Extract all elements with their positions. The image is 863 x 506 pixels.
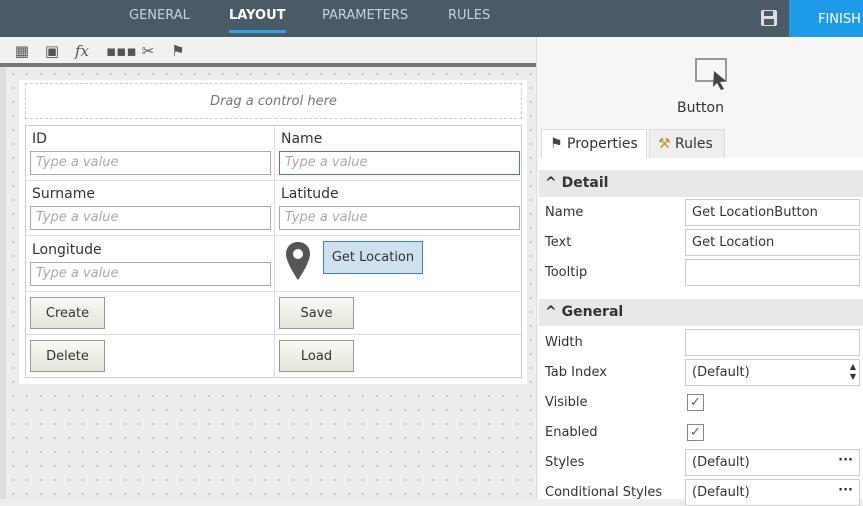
id-label: ID: [32, 131, 47, 147]
toolbar: ▦ ▣ fx ▪▪▪ ✂ ⚑: [0, 37, 536, 67]
button-control-icon: [695, 58, 727, 90]
load-button[interactable]: Load: [279, 340, 354, 372]
name-label: Name: [281, 131, 323, 147]
surname-label: Surname: [32, 186, 95, 202]
tab-parameters[interactable]: PARAMETERS: [322, 8, 408, 23]
ellipsis-icon[interactable]: ···: [838, 483, 853, 498]
save-button[interactable]: Save: [279, 297, 354, 329]
latitude-label: Latitude: [281, 186, 339, 202]
conditional-styles-label: Conditional Styles: [545, 485, 663, 500]
styles-label: Styles: [545, 455, 585, 470]
chevron-up-icon: ^: [545, 304, 557, 320]
width-label: Width: [545, 335, 583, 350]
name-prop-input[interactable]: Get LocationButton: [685, 199, 860, 226]
detail-section[interactable]: ^ Detail: [539, 170, 863, 197]
tabindex-input[interactable]: (Default) ▲ ▼: [685, 359, 860, 386]
properties-tab-icon: ⚑: [550, 136, 563, 152]
text-prop-input[interactable]: Get Location: [685, 229, 860, 256]
tab-layout[interactable]: LAYOUT: [229, 8, 286, 33]
visible-checkbox[interactable]: ✓: [687, 394, 704, 411]
design-canvas: Drag a control here ID Type a value Name T…: [0, 67, 536, 499]
properties-icon[interactable]: ⚑: [168, 42, 188, 62]
tooltip-prop-label: Tooltip: [545, 265, 588, 280]
finish-button[interactable]: FINISH: [789, 0, 863, 37]
form: Drag a control here ID Type a value Name T…: [19, 80, 527, 384]
tab-rules-label: Rules: [675, 136, 713, 152]
enabled-checkbox[interactable]: ✓: [687, 424, 704, 441]
name-prop-label: Name: [545, 205, 584, 220]
top-bar: GENERAL LAYOUT PARAMETERS RULES FINISH: [0, 0, 863, 37]
latitude-input[interactable]: Type a value: [279, 206, 520, 230]
save-icon[interactable]: [760, 9, 778, 27]
enabled-label: Enabled: [545, 425, 598, 440]
width-input[interactable]: [685, 329, 860, 356]
conditional-styles-value: (Default): [692, 485, 750, 500]
drop-zone[interactable]: Drag a control here: [25, 83, 522, 119]
surname-input[interactable]: Type a value: [30, 206, 271, 230]
tab-rules[interactable]: RULES: [448, 8, 490, 23]
general-title: General: [561, 304, 624, 320]
gavel-icon: ⚒: [658, 136, 671, 152]
visible-label: Visible: [545, 395, 588, 410]
create-button[interactable]: Create: [30, 297, 105, 329]
tab-properties-label: Properties: [567, 136, 638, 152]
text-prop-label: Text: [545, 235, 572, 250]
control-type-label: Button: [677, 100, 724, 116]
longitude-label: Longitude: [32, 242, 102, 258]
properties-list: ^ Detail Name Get LocationButton Text Ge…: [539, 158, 863, 506]
styles-input[interactable]: (Default) ···: [685, 449, 860, 476]
longitude-input[interactable]: Type a value: [30, 262, 271, 286]
delete-button[interactable]: Delete: [30, 340, 105, 372]
conditional-styles-input[interactable]: (Default) ···: [685, 479, 860, 506]
properties-panel: Button ⚑ Properties ⚒ Rules ^ Detail Nam…: [536, 37, 863, 506]
tab-properties[interactable]: ⚑ Properties: [541, 129, 647, 158]
detail-title: Detail: [561, 175, 609, 191]
general-section[interactable]: ^ General: [539, 299, 863, 326]
get-location-button[interactable]: Get Location: [323, 241, 423, 274]
tabindex-label: Tab Index: [545, 365, 607, 380]
tab-rules-panel[interactable]: ⚒ Rules: [649, 129, 725, 158]
function-icon[interactable]: fx: [72, 42, 92, 62]
spinner-icon[interactable]: ▲ ▼: [850, 362, 856, 382]
tooltip-prop-input[interactable]: [685, 259, 860, 286]
tab-general[interactable]: GENERAL: [129, 8, 190, 23]
form-grid: ID Type a value Name Type a value Surname T…: [25, 125, 523, 378]
table-lightning-icon[interactable]: ▦: [12, 42, 32, 62]
tabindex-value: (Default): [692, 365, 750, 380]
styles-value: (Default): [692, 455, 750, 470]
chevron-up-icon: ^: [545, 175, 557, 191]
id-input[interactable]: Type a value: [30, 151, 271, 175]
map-pin-icon: [286, 242, 310, 280]
tools-icon[interactable]: ✂: [138, 42, 158, 62]
name-input[interactable]: Type a value: [279, 151, 520, 175]
more-icon[interactable]: ▪▪▪: [106, 42, 137, 62]
ellipsis-icon[interactable]: ···: [838, 453, 853, 468]
image-control-icon[interactable]: ▣: [42, 42, 62, 62]
